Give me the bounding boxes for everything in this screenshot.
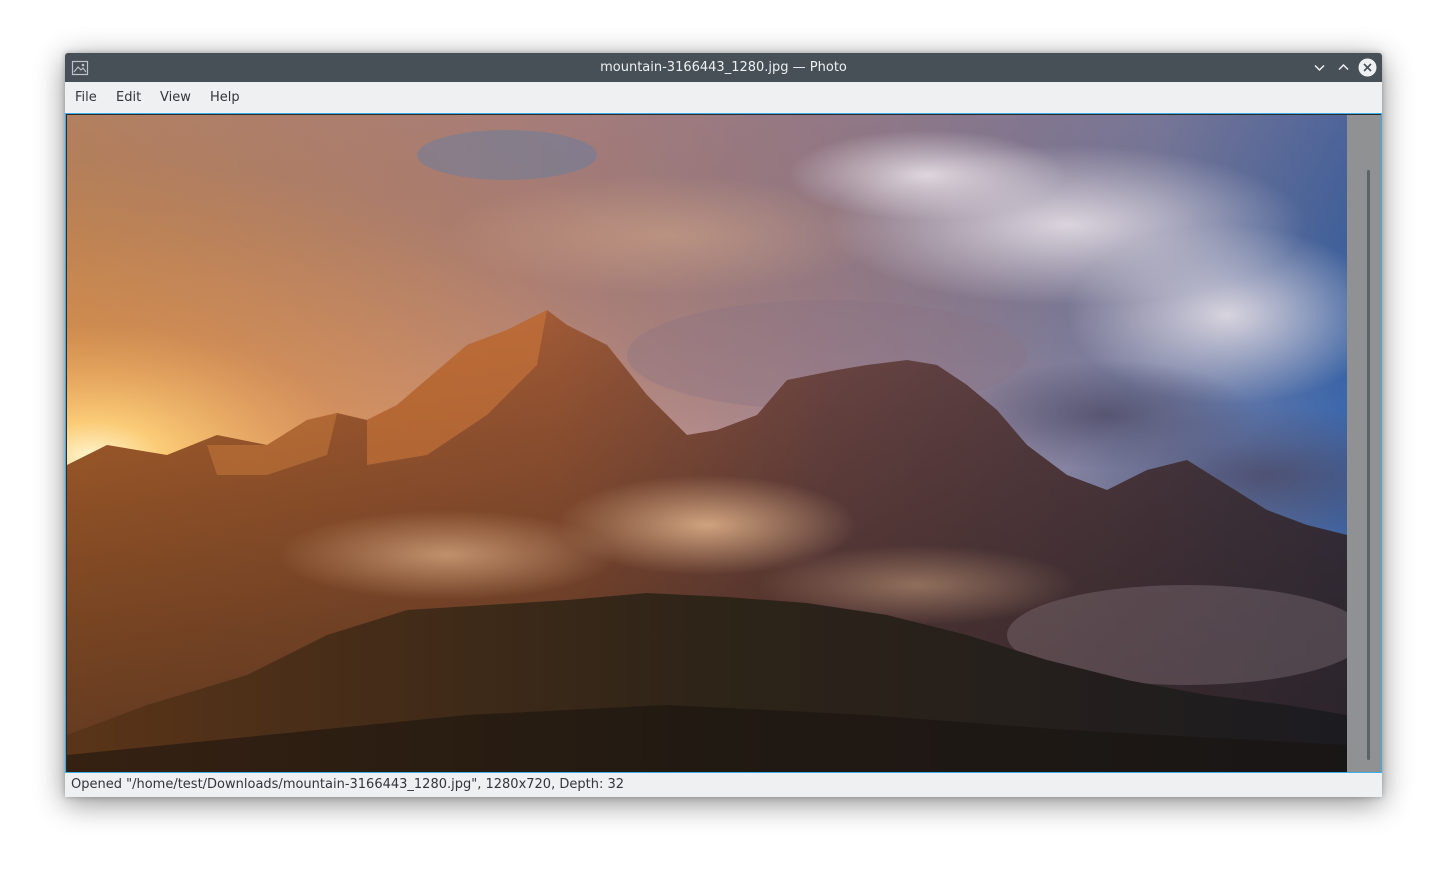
photo-canvas [67, 115, 1347, 772]
image-viewport[interactable] [65, 113, 1382, 773]
vertical-scrollbar[interactable] [1347, 115, 1381, 772]
window-title: mountain-3166443_1280.jpg — Photo [600, 60, 847, 75]
minimize-icon[interactable] [1310, 58, 1329, 77]
menu-edit[interactable]: Edit [106, 82, 151, 113]
app-window: mountain-3166443_1280.jpg — Photo File E… [65, 53, 1382, 797]
status-bar: Opened "/home/test/Downloads/mountain-31… [65, 773, 1382, 797]
close-icon[interactable] [1358, 58, 1377, 77]
scrollbar-handle[interactable] [1367, 170, 1370, 760]
maximize-icon[interactable] [1334, 58, 1353, 77]
menu-bar: File Edit View Help [65, 82, 1382, 113]
title-bar[interactable]: mountain-3166443_1280.jpg — Photo [65, 53, 1382, 82]
menu-file[interactable]: File [65, 82, 107, 113]
menu-help[interactable]: Help [200, 82, 250, 113]
menu-view[interactable]: View [150, 82, 201, 113]
